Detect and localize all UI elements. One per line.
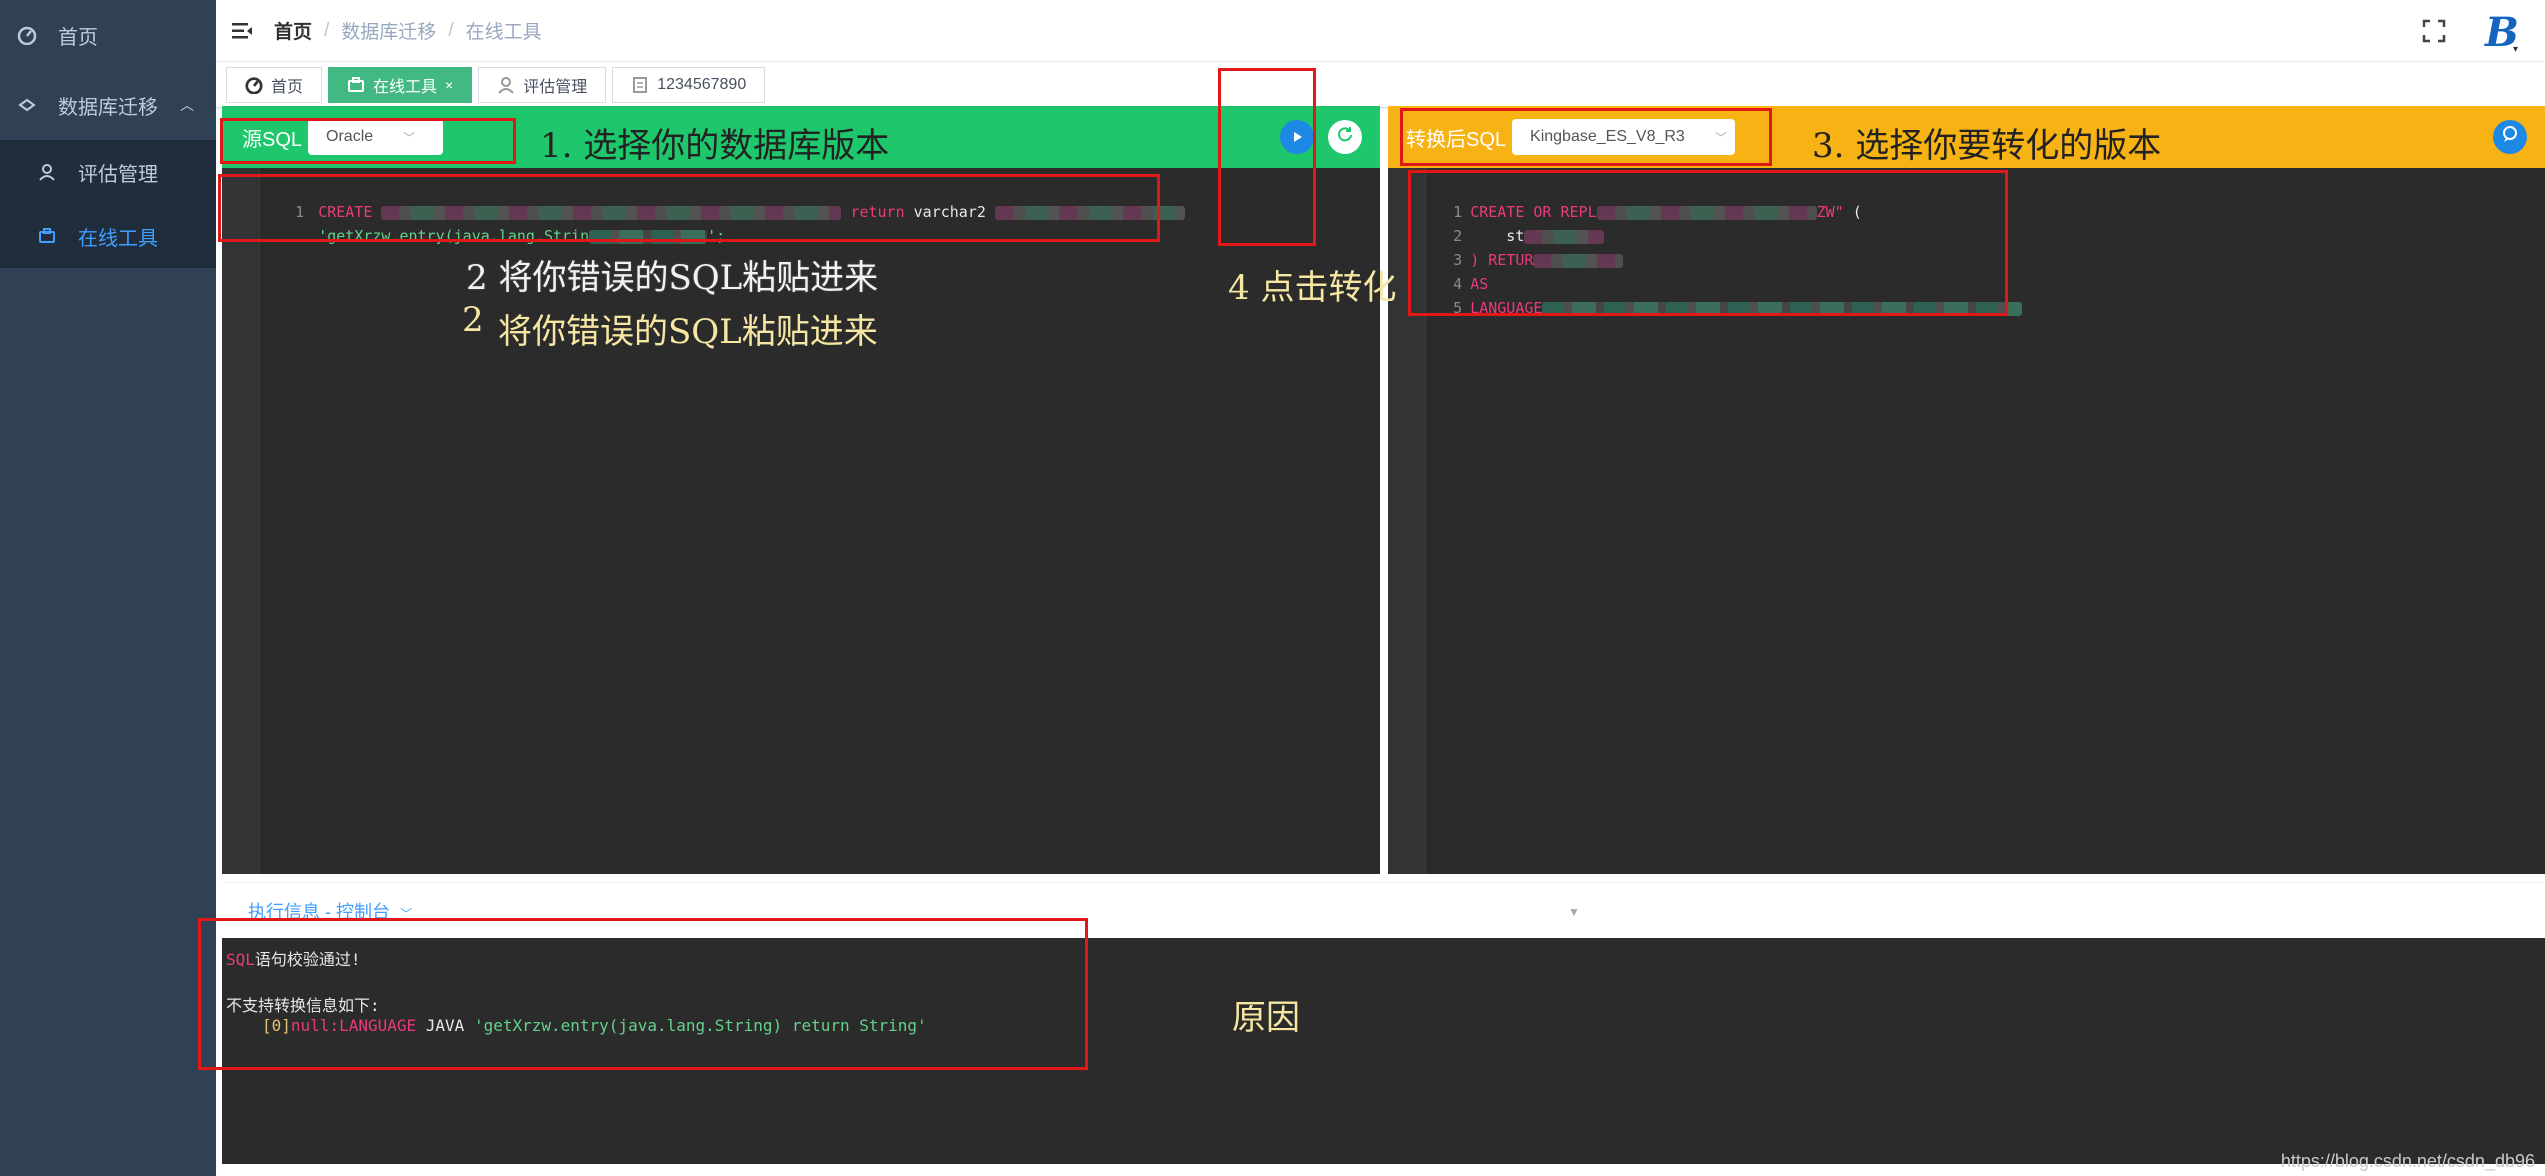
- breadcrumb-item-home[interactable]: 首页: [274, 17, 312, 44]
- annotation-reason: 原因: [1232, 998, 1300, 1038]
- annotation-box-step4: [1218, 68, 1316, 246]
- annotation-box-step1: [220, 118, 516, 164]
- tags-view: 首页 在线工具 × 评估管理 1234567890: [216, 62, 2545, 108]
- breadcrumb-item-db-migration[interactable]: 数据库迁移: [341, 17, 436, 44]
- tab-label: 在线工具: [373, 78, 438, 96]
- header-actions: B ▾: [2421, 8, 2529, 56]
- breadcrumb-item-online-tools: 在线工具: [465, 22, 542, 43]
- annotation-step2-shadow: 2 将你错误的SQL粘贴进来: [466, 258, 879, 298]
- tab-label: 评估管理: [523, 78, 588, 96]
- sidebar-item-home[interactable]: 首页: [0, 0, 216, 70]
- user-icon: [497, 76, 515, 94]
- sidebar-item-assessment[interactable]: 评估管理: [0, 140, 216, 204]
- sidebar: 首页 数据库迁移 ︿ 评估管理 在线工具: [0, 0, 216, 1176]
- brand-logo[interactable]: B ▾: [2483, 8, 2529, 56]
- sidebar-item-online-tools[interactable]: 在线工具: [0, 204, 216, 268]
- tab-assessment[interactable]: 评估管理: [478, 66, 607, 103]
- tab-label: 首页: [271, 78, 304, 96]
- annotation-box-result: [1408, 170, 2008, 316]
- breadcrumb: 首页 / 数据库迁移 / 在线工具: [274, 17, 542, 44]
- tab-1234567890[interactable]: 1234567890: [612, 66, 766, 103]
- chat-icon: [2501, 125, 2519, 149]
- sidebar-item-label: 首页: [58, 26, 98, 49]
- annotation-step4: 4 点击转化: [1228, 268, 1397, 308]
- tab-label: 1234567890: [657, 75, 747, 93]
- dashboard-icon: [16, 24, 38, 46]
- doc-icon: [631, 76, 649, 94]
- annotation-box-reason: [198, 918, 1088, 1070]
- sidebar-item-label: 在线工具: [78, 227, 158, 250]
- reset-button[interactable]: [1328, 120, 1362, 154]
- chevron-up-icon: ︿: [180, 97, 194, 113]
- annotation-step1: 1. 选择你的数据库版本: [540, 126, 890, 166]
- tab-online-tools[interactable]: 在线工具 ×: [328, 66, 473, 103]
- svg-text:▾: ▾: [2513, 44, 2518, 54]
- sidebar-item-label: 数据库迁移: [58, 96, 158, 119]
- caret-down-icon[interactable]: ▼: [1568, 905, 1580, 919]
- annotation-box-step3: [1400, 108, 1772, 166]
- sidebar-submenu: 评估管理 在线工具: [0, 140, 216, 268]
- sidebar-item-label: 评估管理: [78, 163, 158, 186]
- close-icon[interactable]: ×: [445, 77, 453, 93]
- chat-button[interactable]: [2493, 120, 2527, 154]
- annotation-step2-num: 2: [462, 300, 484, 340]
- user-check-icon: [36, 161, 58, 183]
- annotation-step3: 3. 选择你要转化的版本: [1812, 126, 2162, 166]
- top-navbar: 首页 / 数据库迁移 / 在线工具 B ▾: [216, 0, 2545, 62]
- toolbox-icon: [347, 76, 365, 94]
- dashboard-icon: [245, 76, 263, 94]
- line-gutter: [222, 168, 260, 874]
- sidebar-item-db-migration[interactable]: 数据库迁移 ︿: [0, 70, 216, 140]
- tab-home[interactable]: 首页: [226, 66, 323, 103]
- hamburger-icon[interactable]: [230, 19, 254, 43]
- watermark: https://blog.csdn.net/csdn_db96: [2280, 1151, 2535, 1171]
- annotation-box-step2: [218, 174, 1160, 242]
- migrate-icon: [16, 94, 38, 116]
- annotation-step2: 将你错误的SQL粘贴进来: [498, 312, 878, 352]
- refresh-icon: [1336, 125, 1354, 149]
- toolbox-icon: [36, 225, 58, 247]
- fullscreen-icon[interactable]: [2421, 18, 2447, 44]
